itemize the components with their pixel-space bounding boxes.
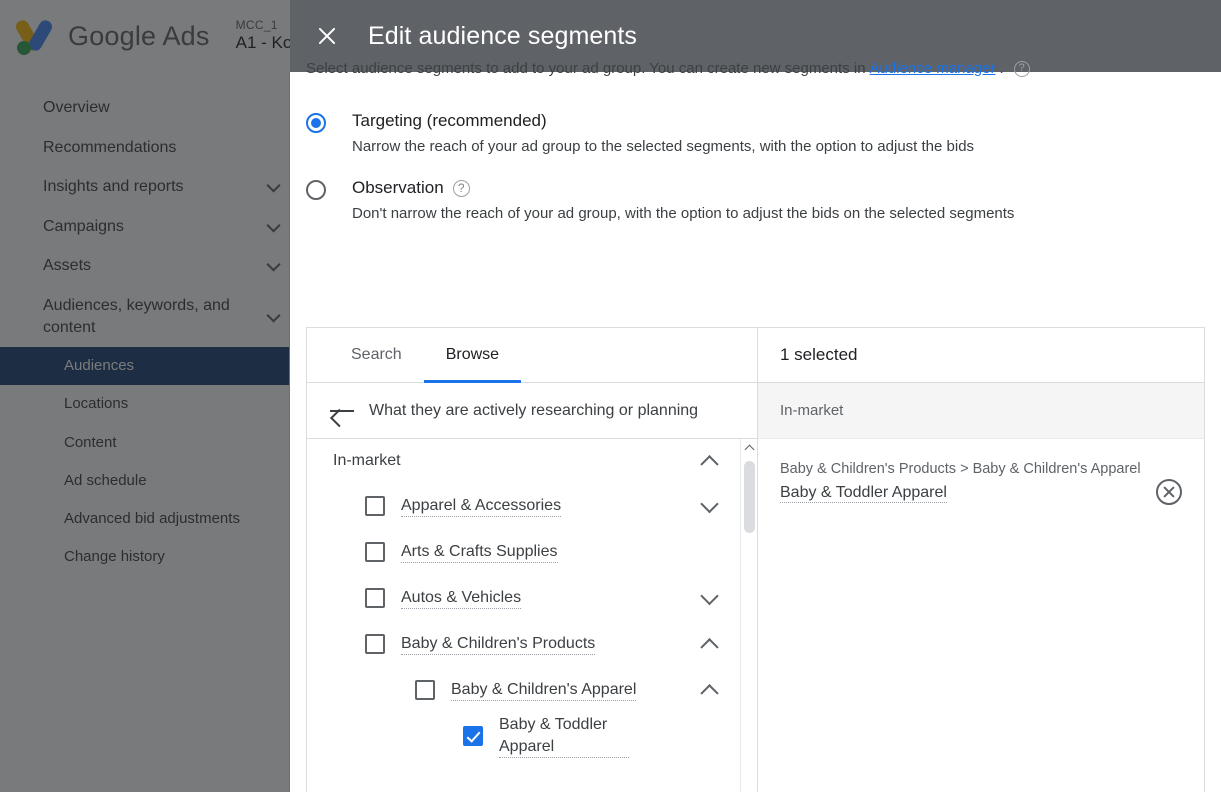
selected-count: 1 selected xyxy=(758,328,1204,383)
tree-row-label[interactable]: Apparel & Accessories xyxy=(401,495,562,518)
checkbox-baby-childrens-apparel[interactable] xyxy=(415,680,435,700)
selected-item-name[interactable]: Baby & Toddler Apparel xyxy=(780,484,947,504)
chevron-up-icon[interactable] xyxy=(700,638,719,657)
radio-option-observation[interactable]: Observation ? Don't narrow the reach of … xyxy=(306,177,1205,222)
selected-item-path: Baby & Children's Products > Baby & Chil… xyxy=(780,461,1141,477)
chevron-down-icon[interactable] xyxy=(700,586,719,606)
list-item: Baby & Children's Products > Baby & Chil… xyxy=(758,439,1204,525)
radio-description-targeting: Narrow the reach of your ad group to the… xyxy=(352,138,975,155)
checkbox-autos-vehicles[interactable] xyxy=(365,588,385,608)
dialog-title: Edit audience segments xyxy=(368,21,638,50)
back-arrow-icon[interactable] xyxy=(329,400,355,422)
checkbox-apparel-accessories[interactable] xyxy=(365,496,385,516)
targeting-mode-radio-group: Targeting (recommended) Narrow the reach… xyxy=(306,72,1205,222)
tree-row[interactable]: Baby & Toddler Apparel xyxy=(307,713,740,759)
tree-scrollbar[interactable] xyxy=(740,439,757,792)
picker-tabs: Search Browse xyxy=(307,328,757,383)
breadcrumb-label: What they are actively researching or pl… xyxy=(369,401,699,419)
radio-label-observation: Observation ? xyxy=(352,177,1014,199)
scroll-down-arrow-icon[interactable] xyxy=(741,785,757,792)
checkbox-arts-crafts-supplies[interactable] xyxy=(365,542,385,562)
chevron-down-icon[interactable] xyxy=(700,494,719,514)
tree-row-label[interactable]: Autos & Vehicles xyxy=(401,587,522,610)
scrollbar-thumb[interactable] xyxy=(744,461,755,533)
tree-row[interactable]: Baby & Children's Products xyxy=(307,621,740,667)
breadcrumb: What they are actively researching or pl… xyxy=(307,383,757,439)
tree-row[interactable]: Baby & Children's Apparel xyxy=(307,667,740,713)
tree-row[interactable]: Autos & Vehicles xyxy=(307,575,740,621)
close-icon[interactable] xyxy=(310,19,344,53)
radio-label-text: Targeting (recommended) xyxy=(352,111,547,130)
tab-search[interactable]: Search xyxy=(329,328,424,382)
segment-tree-list: In-market Apparel & Accessories Arts & C… xyxy=(307,439,740,792)
selected-items-list: Baby & Children's Products > Baby & Chil… xyxy=(758,439,1204,792)
segment-picker-card: Search Browse What they are actively res… xyxy=(306,327,1205,792)
dialog-description-suffix: . xyxy=(999,60,1004,77)
tree-row-label[interactable]: Baby & Children's Products xyxy=(401,633,596,656)
dialog-body: Select audience segments to add to your … xyxy=(290,60,1221,792)
chevron-up-icon[interactable] xyxy=(700,455,719,474)
audience-manager-link[interactable]: Audience manager xyxy=(870,60,996,77)
help-circle-icon[interactable]: ? xyxy=(452,179,470,197)
dialog-description: Select audience segments to add to your … xyxy=(306,60,1205,77)
remove-circle-icon[interactable] xyxy=(1156,479,1182,505)
checkbox-baby-toddler-apparel[interactable] xyxy=(463,726,483,746)
radio-button-observation[interactable] xyxy=(306,180,326,200)
radio-label-targeting: Targeting (recommended) xyxy=(352,110,974,132)
dialog-description-text: Select audience segments to add to your … xyxy=(306,60,866,77)
segment-browse-pane: Search Browse What they are actively res… xyxy=(307,328,758,792)
tree-row[interactable]: Apparel & Accessories xyxy=(307,483,740,529)
tab-browse[interactable]: Browse xyxy=(423,328,522,383)
tree-row-label[interactable]: Baby & Children's Apparel xyxy=(451,679,637,702)
tree-row-label[interactable]: Baby & Toddler Apparel xyxy=(499,714,629,759)
segment-tree-wrapper: In-market Apparel & Accessories Arts & C… xyxy=(307,439,757,792)
tree-row[interactable]: Arts & Crafts Supplies xyxy=(307,529,740,575)
radio-button-targeting[interactable] xyxy=(306,113,326,133)
scroll-up-arrow-icon[interactable] xyxy=(741,439,757,456)
radio-option-targeting[interactable]: Targeting (recommended) Narrow the reach… xyxy=(306,110,1205,155)
selected-segments-pane: 1 selected In-market Baby & Children's P… xyxy=(758,328,1204,792)
chevron-up-icon[interactable] xyxy=(700,684,719,703)
tree-group-label: In-market xyxy=(333,452,401,469)
edit-audience-segments-dialog: Edit audience segments Select audience s… xyxy=(290,0,1221,792)
help-circle-icon[interactable]: ? xyxy=(1013,60,1030,77)
selected-group-header: In-market xyxy=(758,383,1204,439)
tree-row-label[interactable]: Arts & Crafts Supplies xyxy=(401,541,558,564)
tree-group-in-market[interactable]: In-market xyxy=(307,439,740,483)
checkbox-baby-childrens-products[interactable] xyxy=(365,634,385,654)
radio-label-text: Observation xyxy=(352,178,444,197)
radio-description-observation: Don't narrow the reach of your ad group,… xyxy=(352,205,1015,222)
